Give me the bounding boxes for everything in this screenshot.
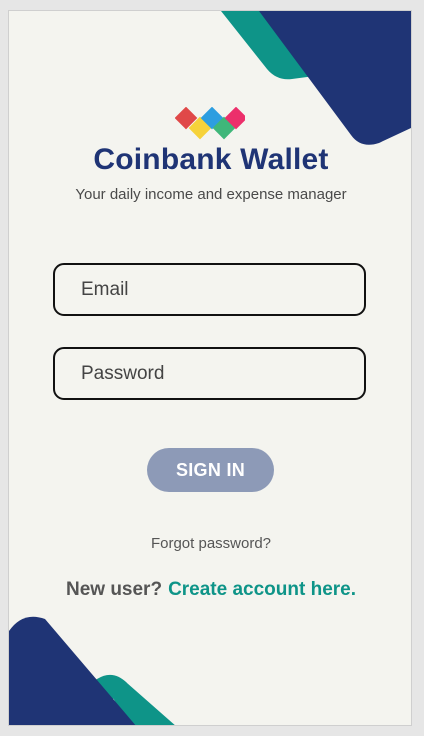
login-screen: Coinbank Wallet Your daily income and ex… — [8, 10, 412, 726]
bottom-left-teal-shape — [105, 678, 175, 725]
four-diamond-logo-icon — [175, 107, 245, 140]
new-user-label: New user? — [65, 579, 163, 600]
email-field[interactable] — [53, 263, 366, 316]
top-right-navy-shape — [259, 11, 411, 145]
forgot-password-link[interactable]: Forgot password? — [9, 535, 411, 552]
bottom-left-teal-shape-base — [12, 674, 127, 725]
app-tagline: Your daily income and expense manager — [75, 186, 347, 203]
top-right-teal-shape — [221, 11, 411, 80]
bottom-left-navy-shape — [9, 616, 136, 725]
new-user-row: New user? Create account here. — [9, 579, 411, 601]
password-field[interactable] — [53, 347, 366, 400]
app-title: Coinbank Wallet — [93, 143, 329, 176]
create-account-link[interactable]: Create account here. — [168, 579, 356, 600]
sign-in-button[interactable]: SIGN IN — [147, 448, 274, 492]
